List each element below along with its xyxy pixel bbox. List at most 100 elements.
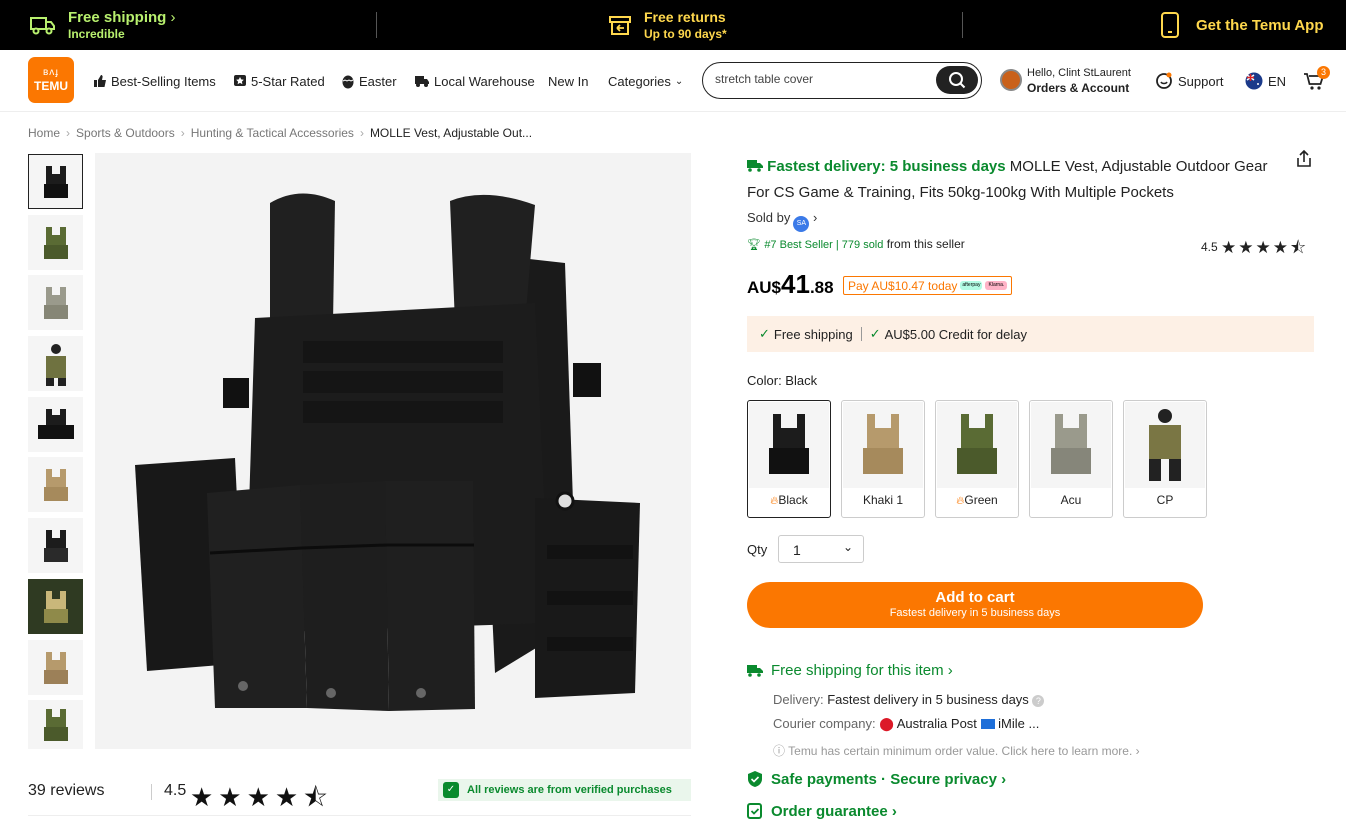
add-to-cart-label: Add to cart <box>935 589 1015 606</box>
thumbnail-black-pouches[interactable] <box>28 397 83 452</box>
quantity-select[interactable]: 1 ⌄ <box>778 535 864 563</box>
search-box <box>702 62 982 99</box>
logo-glyphs: ʙᴧɟ <box>42 67 60 78</box>
share-button[interactable] <box>1294 149 1314 169</box>
language-label: EN <box>1268 73 1287 89</box>
swatch-label: Khaki 1 <box>862 493 904 507</box>
sold-by[interactable]: Sold by SA › <box>747 210 817 232</box>
pay-today-text: Pay AU$10.47 today <box>848 278 958 293</box>
review-count[interactable]: 39 reviews <box>28 782 104 800</box>
vest-thumbnail-image <box>43 165 68 198</box>
color-option-green[interactable]: 🔥︎Green <box>935 400 1019 518</box>
nav-label: Categories <box>608 73 671 89</box>
thumbnail-black[interactable] <box>28 154 83 209</box>
price-whole: 41 <box>781 269 810 299</box>
share-icon <box>1297 149 1311 167</box>
nav-local-warehouse[interactable]: Local Warehouse <box>414 50 535 112</box>
breadcrumb: Home › Sports & Outdoors › Hunting & Tactica… <box>28 126 532 140</box>
nav-five-star[interactable]: 5-Star Rated <box>233 50 325 112</box>
swatch-image <box>1031 402 1111 488</box>
vest-thumbnail-image <box>43 708 68 741</box>
cart-link[interactable]: 3 <box>1303 50 1330 112</box>
price: AU$41.88 <box>747 269 834 300</box>
chevron-right-icon: › <box>809 210 818 225</box>
breadcrumb-home[interactable]: Home <box>28 126 60 140</box>
vest-thumbnail-image <box>43 590 68 623</box>
free-returns-title: Free returns <box>644 8 726 25</box>
divider: | <box>832 239 842 251</box>
free-shipping-item-text: Free shipping for this item <box>771 662 944 679</box>
verified-purchases-badge: ✓ All reviews are from verified purchase… <box>438 779 691 801</box>
courier-label: Courier company: <box>773 716 876 731</box>
free-shipping-promo[interactable]: Free shipping › Incredible <box>30 0 176 50</box>
sold-by-label: Sold by <box>747 210 791 225</box>
rating-score: 4.5 <box>1201 240 1218 254</box>
sold-count: 779 sold <box>841 239 884 251</box>
reviews-summary: 39 reviews 4.5 ★★★★⯪ ✓ All reviews are f… <box>28 776 691 812</box>
add-to-cart-sub: Fastest delivery in 5 business days <box>889 607 1061 619</box>
free-shipping-item-link[interactable]: Free shipping for this item › <box>747 662 953 679</box>
nav-label: New In <box>548 73 589 89</box>
temu-logo[interactable]: ʙᴧɟ TEMU <box>28 57 74 103</box>
get-app-label: Get the Temu App <box>1196 16 1324 34</box>
support-link[interactable]: Support <box>1155 50 1224 112</box>
swatch-image <box>937 402 1017 488</box>
chevron-down-icon: ⌄ <box>842 540 853 554</box>
color-option-black[interactable]: 🔥︎Black <box>747 400 831 518</box>
nav-easter[interactable]: Easter <box>341 50 397 112</box>
main-product-image[interactable] <box>95 153 691 749</box>
thumbnail-acu[interactable] <box>28 275 83 330</box>
order-guarantee-link[interactable]: Order guarantee › <box>747 803 897 820</box>
swatch-image <box>749 402 829 488</box>
vest-thumbnail-image <box>43 226 68 259</box>
guarantee-icon <box>747 803 762 819</box>
get-app-promo[interactable]: Get the Temu App <box>1160 0 1324 50</box>
safe-payments-link[interactable]: Safe payments · Secure privacy › <box>747 771 1006 788</box>
nav-label: Best-Selling Items <box>111 73 216 89</box>
swatch-image <box>843 402 923 488</box>
search-input[interactable] <box>715 72 925 86</box>
color-option-cp[interactable]: CP <box>1123 400 1207 518</box>
thumbnail-tan[interactable] <box>28 640 83 695</box>
from-seller-text: from this seller <box>886 237 965 251</box>
safe-payments-text: Safe payments · Secure privacy <box>771 771 997 788</box>
swatch-label: CP <box>1156 493 1174 507</box>
check-icon: ✓ <box>759 326 770 341</box>
shield-check-icon <box>748 771 762 787</box>
free-returns-promo[interactable]: Free returns Up to 90 days* <box>608 0 727 50</box>
section-divider <box>28 815 691 816</box>
delivery-truck-icon <box>415 76 429 87</box>
help-icon[interactable]: ? <box>1032 695 1045 707</box>
nav-categories[interactable]: Categories ⌄ <box>608 50 683 112</box>
min-order-notice[interactable]: ⓘ Temu has certain minimum order value. … <box>773 742 1140 759</box>
vest-thumbnail-image <box>43 468 68 501</box>
truck-icon <box>30 17 55 35</box>
nav-best-selling[interactable]: Best-Selling Items <box>93 50 216 112</box>
pay-later-badge[interactable]: Pay AU$10.47 today afterpay Klarna. <box>843 276 1013 295</box>
product-rating[interactable]: 4.5 ★★★★⯪ <box>1201 235 1308 264</box>
trophy-icon: 🏆︎ <box>747 239 761 251</box>
nav-new-in[interactable]: New In <box>548 50 588 112</box>
phone-icon <box>1161 12 1179 38</box>
thumbnail-field[interactable] <box>28 579 83 634</box>
free-shipping-title: Free shipping <box>68 8 167 26</box>
best-seller-rank[interactable]: #7 Best Seller <box>764 239 832 251</box>
search-button[interactable] <box>936 66 978 94</box>
avatar <box>1000 69 1022 91</box>
add-to-cart-button[interactable]: Add to cart Fastest delivery in 5 busine… <box>747 582 1203 628</box>
language-selector[interactable]: EN <box>1245 50 1286 112</box>
breadcrumb-sports[interactable]: Sports & Outdoors <box>76 126 175 140</box>
fastest-delivery-text: Fastest delivery: 5 business days <box>767 158 1006 175</box>
free-returns-sub: Up to 90 days* <box>644 26 727 41</box>
color-option-acu[interactable]: Acu <box>1029 400 1113 518</box>
thumbnail-model-cp[interactable] <box>28 336 83 391</box>
breadcrumb-hunting[interactable]: Hunting & Tactical Accessories <box>191 126 354 140</box>
delivery-label: Delivery: <box>773 692 824 707</box>
thumbnail-khaki[interactable] <box>28 457 83 512</box>
thumbnail-olive[interactable] <box>28 700 83 749</box>
vest-thumbnail-image <box>37 408 74 439</box>
color-option-khaki[interactable]: Khaki 1 <box>841 400 925 518</box>
chevron-right-icon: › <box>170 8 176 26</box>
thumbnail-green[interactable] <box>28 215 83 270</box>
thumbnail-black-2[interactable] <box>28 518 83 573</box>
